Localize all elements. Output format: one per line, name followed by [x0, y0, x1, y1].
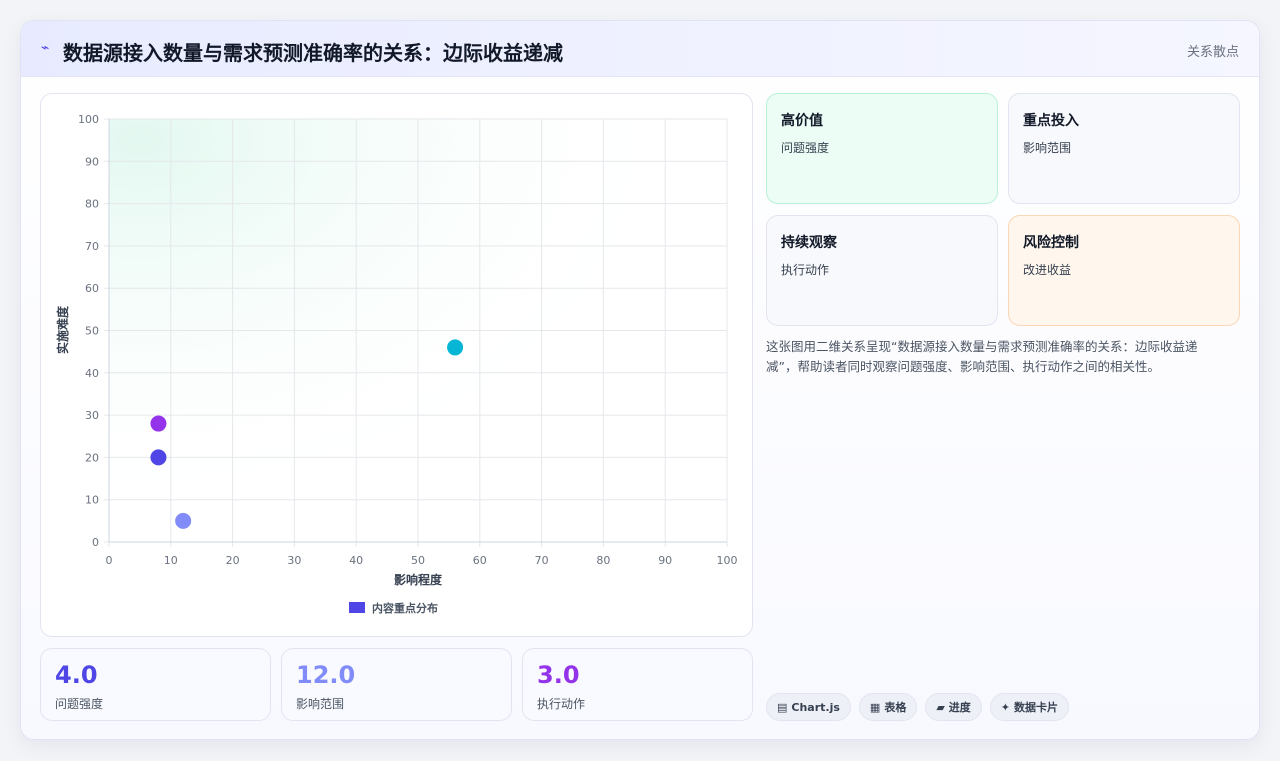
dashboard-card: ⌁ 数据源接入数量与需求预测准确率的关系：边际收益递减 关系散点 0 10 20 30…: [20, 20, 1260, 740]
stat-value: 3.0: [537, 661, 580, 689]
y-tick-label: 80: [85, 198, 99, 211]
x-tick-label: 60: [473, 554, 487, 567]
chart-description: 这张图用二维关系呈现“数据源接入数量与需求预测准确率的关系：边际收益递减”，帮助…: [766, 339, 1198, 374]
quadrant-focus-investment: 重点投入 影响范围: [1008, 93, 1240, 204]
badge-chartjs[interactable]: ▤ Chart.js: [766, 693, 851, 721]
chart-panel: 0 10 20 30 40 50 60 70 80 90 100 0 10 20 30 40 50 60 70 80 9…: [40, 93, 753, 637]
y-tick-label: 50: [85, 325, 99, 338]
legend[interactable]: 内容重点分布: [349, 601, 438, 615]
x-tick-label: 0: [106, 554, 113, 567]
scatter-point[interactable]: [150, 449, 167, 466]
chart-icon: ▤: [777, 700, 788, 714]
stat-label: 问题强度: [55, 697, 104, 711]
x-tick-label: 50: [411, 554, 425, 567]
scatter-chart: 0 10 20 30 40 50 60 70 80 90 100 0 10 20 30 40 50 60 70 80 9…: [55, 113, 738, 615]
stat-value: 12.0: [296, 661, 356, 689]
y-tick-label: 70: [85, 240, 99, 253]
quadrant-title: 重点投入: [1023, 113, 1079, 129]
badge-label: 进度: [948, 701, 971, 714]
scatter-point[interactable]: [150, 415, 167, 432]
stat-value: 4.0: [55, 661, 98, 689]
legend-swatch: [349, 602, 365, 613]
x-tick-label: 90: [658, 554, 672, 567]
quadrant-risk-control: 风险控制 改进收益: [1008, 215, 1240, 326]
y-axis-label: 实施难度: [55, 305, 70, 354]
quadrant-high-value: 高价值 问题强度: [766, 93, 998, 204]
badge-progress[interactable]: ▰ 进度: [925, 693, 982, 721]
table-icon: ▦: [869, 700, 881, 714]
x-axis-label: 影响程度: [394, 572, 443, 587]
quadrant-title: 持续观察: [781, 235, 837, 251]
y-tick-label: 40: [85, 367, 99, 380]
x-tick-label: 30: [287, 554, 301, 567]
badge-label: Chart.js: [791, 700, 840, 714]
stat-card-3: 3.0 执行动作: [522, 648, 753, 721]
x-tick-label: 40: [349, 554, 363, 567]
quadrant-subtitle: 改进收益: [1023, 263, 1072, 277]
legend-label: 内容重点分布: [372, 601, 438, 615]
x-tick-label: 70: [535, 554, 549, 567]
badge-table[interactable]: ▦ 表格: [858, 693, 918, 721]
progress-icon: ▰: [936, 700, 945, 714]
quadrant-keep-watching: 持续观察 执行动作: [766, 215, 998, 326]
x-tick-label: 20: [226, 554, 240, 567]
feature-badges: ▤ Chart.js ▦ 表格 ▰ 进度 ✦ 数据卡片: [766, 693, 1070, 721]
y-tick-label: 60: [85, 282, 99, 295]
quadrant-title: 风险控制: [1023, 235, 1079, 251]
scatter-point[interactable]: [175, 512, 192, 529]
badge-data-card[interactable]: ✦ 数据卡片: [989, 693, 1070, 721]
header: ⌁ 数据源接入数量与需求预测准确率的关系：边际收益递减 关系散点: [21, 21, 1259, 77]
stat-label: 执行动作: [537, 697, 586, 711]
quadrant-title: 高价值: [781, 113, 823, 129]
scatter-point[interactable]: [447, 339, 464, 356]
stat-label: 影响范围: [296, 697, 345, 711]
y-tick-label: 10: [85, 494, 99, 507]
sparkle-icon: ✦: [1000, 700, 1011, 714]
y-tick-label: 20: [85, 451, 99, 464]
x-tick-label: 100: [717, 554, 738, 567]
lightning-icon: ⌁: [41, 40, 50, 56]
quadrant-subtitle: 问题强度: [781, 141, 830, 155]
y-tick-label: 100: [78, 113, 99, 126]
y-tick-label: 90: [85, 155, 99, 168]
chart-type-tag: 关系散点: [1186, 45, 1239, 60]
y-tick-label: 0: [92, 536, 99, 549]
page-title: 数据源接入数量与需求预测准确率的关系：边际收益递减: [63, 41, 563, 65]
badge-label: 数据卡片: [1014, 701, 1059, 714]
stat-card-1: 4.0 问题强度: [40, 648, 271, 721]
x-tick-label: 10: [164, 554, 178, 567]
x-tick-label: 80: [596, 554, 610, 567]
quadrant-subtitle: 执行动作: [781, 263, 830, 277]
quadrant-subtitle: 影响范围: [1023, 141, 1072, 155]
y-tick-label: 30: [85, 409, 99, 422]
stat-card-2: 12.0 影响范围: [281, 648, 512, 721]
badge-label: 表格: [884, 701, 907, 714]
